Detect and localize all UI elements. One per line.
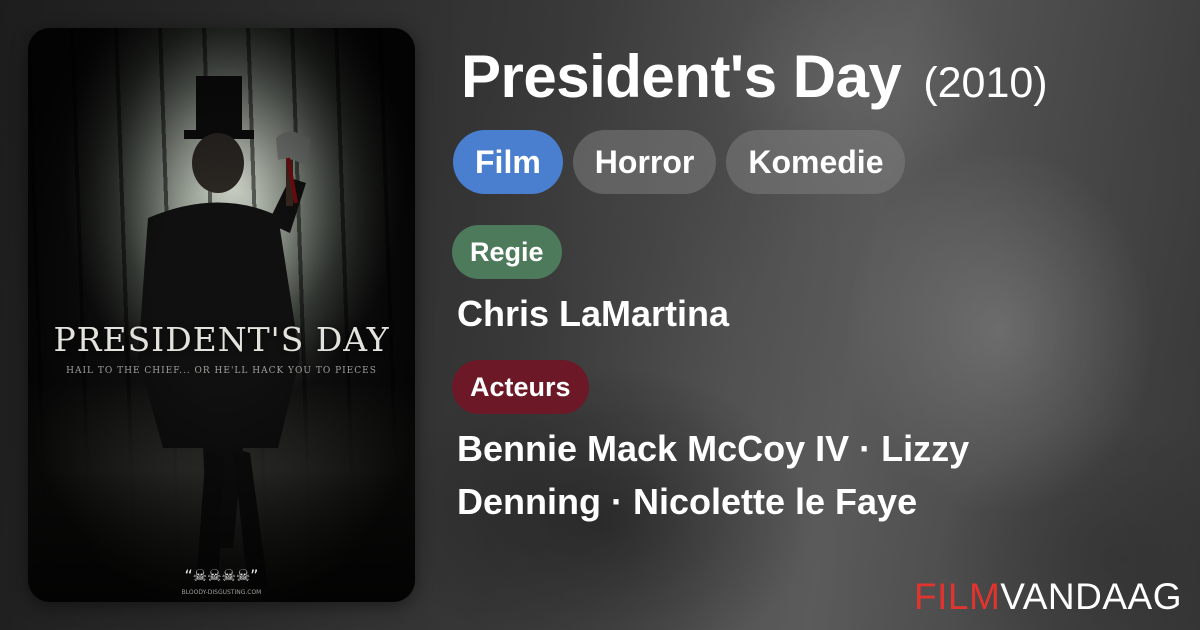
acteurs-badge: Acteurs bbox=[452, 360, 589, 414]
poster-title: PRESIDENT'S DAY bbox=[53, 320, 390, 359]
director-name: Chris LaMartina bbox=[457, 293, 730, 334]
movie-year: (2010) bbox=[923, 59, 1048, 107]
brand-film: FILM bbox=[914, 576, 1001, 617]
poster-vignette bbox=[28, 28, 415, 602]
cast-names: Bennie Mack McCoy IV · Lizzy Denning · N… bbox=[457, 428, 970, 522]
filmvandaag-logo: FILMVANDAAG bbox=[914, 576, 1182, 618]
brand-vandaag: VANDAAG bbox=[1000, 576, 1182, 617]
poster-tagline: HAIL TO THE CHIEF... OR HE'LL HACK YOU T… bbox=[66, 366, 377, 376]
genre-tag-horror[interactable]: Horror bbox=[572, 130, 717, 194]
genre-tag-film[interactable]: Film bbox=[453, 130, 563, 194]
movie-title: President's Day bbox=[461, 43, 902, 110]
genre-tags: Film Horror Komedie bbox=[453, 130, 906, 194]
poster-rating: “☠☠☠☠” bbox=[184, 566, 259, 585]
regie-badge: Regie bbox=[452, 225, 562, 279]
movie-poster: PRESIDENT'S DAY HAIL TO THE CHIEF... OR … bbox=[28, 28, 415, 602]
poster-site: BLOODY-DISGUSTING.COM bbox=[181, 589, 262, 596]
genre-tag-komedie[interactable]: Komedie bbox=[726, 130, 906, 194]
title-row: President's Day (2010) bbox=[461, 42, 1048, 111]
